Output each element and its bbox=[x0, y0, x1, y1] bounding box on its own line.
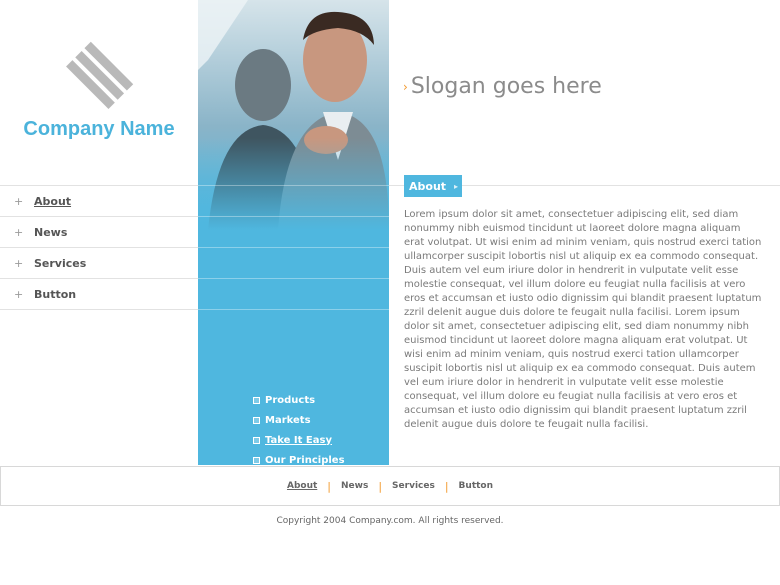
left-column: Company Name + About + News + Services +… bbox=[0, 0, 198, 465]
nav-item-news[interactable]: + News bbox=[0, 217, 198, 248]
middle-column: Products Markets Take It Easy Our Princi… bbox=[198, 0, 389, 465]
footer-link-about[interactable]: About bbox=[287, 481, 317, 491]
chevron-right-icon: ▸ bbox=[454, 181, 459, 191]
sublink-products[interactable]: Products bbox=[253, 390, 345, 410]
nav-item-label: News bbox=[34, 225, 68, 239]
slogan-text: Slogan goes here bbox=[410, 74, 602, 99]
sublink-label: Our Principles bbox=[265, 454, 345, 466]
footer-link-news[interactable]: News bbox=[341, 481, 368, 491]
square-bullet-icon bbox=[253, 416, 260, 424]
nav-item-button[interactable]: + Button bbox=[0, 279, 198, 310]
square-bullet-icon bbox=[253, 436, 260, 444]
plus-icon: + bbox=[14, 287, 24, 301]
slogan: › Slogan goes here bbox=[403, 74, 602, 99]
square-bullet-icon bbox=[253, 456, 260, 464]
section-title-tab: About ▸ bbox=[404, 175, 462, 197]
sublink-label: Markets bbox=[265, 414, 311, 426]
nav-item-label: About bbox=[34, 194, 72, 208]
section-title: About bbox=[409, 179, 447, 193]
nav-item-label: Button bbox=[34, 287, 77, 301]
right-column: › Slogan goes here About ▸ Lorem ipsum d… bbox=[389, 0, 780, 465]
left-nav: + About + News + Services + Button bbox=[0, 185, 198, 310]
nav-item-services[interactable]: + Services bbox=[0, 248, 198, 279]
sublink-label: Products bbox=[265, 394, 316, 406]
sublink-our-principles[interactable]: Our Principles bbox=[253, 450, 345, 465]
separator: | bbox=[327, 479, 332, 493]
sublink-take-it-easy[interactable]: Take It Easy bbox=[253, 430, 345, 450]
company-name: Company Name bbox=[23, 118, 175, 140]
copyright: Copyright 2004 Company.com. All rights r… bbox=[276, 516, 504, 526]
footer-nav: About | News | Services | Button bbox=[0, 466, 780, 506]
orange-arrow-icon: › bbox=[403, 79, 408, 94]
plus-icon: + bbox=[14, 225, 24, 239]
body-text: Lorem ipsum dolor sit amet, consectetuer… bbox=[404, 209, 762, 430]
nav-item-about[interactable]: + About bbox=[0, 186, 198, 217]
sublink-label: Take It Easy bbox=[265, 434, 332, 446]
sub-links: Products Markets Take It Easy Our Princi… bbox=[253, 390, 345, 465]
plus-icon: + bbox=[14, 256, 24, 270]
square-bullet-icon bbox=[253, 396, 260, 404]
plus-icon: + bbox=[14, 194, 24, 208]
separator: | bbox=[444, 479, 449, 493]
separator: | bbox=[378, 479, 383, 493]
nav-item-label: Services bbox=[34, 256, 87, 270]
business-people-photo bbox=[198, 0, 389, 230]
footer-link-button[interactable]: Button bbox=[459, 481, 493, 491]
sublink-markets[interactable]: Markets bbox=[253, 410, 345, 430]
diamond-stripes-logo-icon bbox=[66, 41, 134, 109]
footer-link-services[interactable]: Services bbox=[392, 481, 435, 491]
